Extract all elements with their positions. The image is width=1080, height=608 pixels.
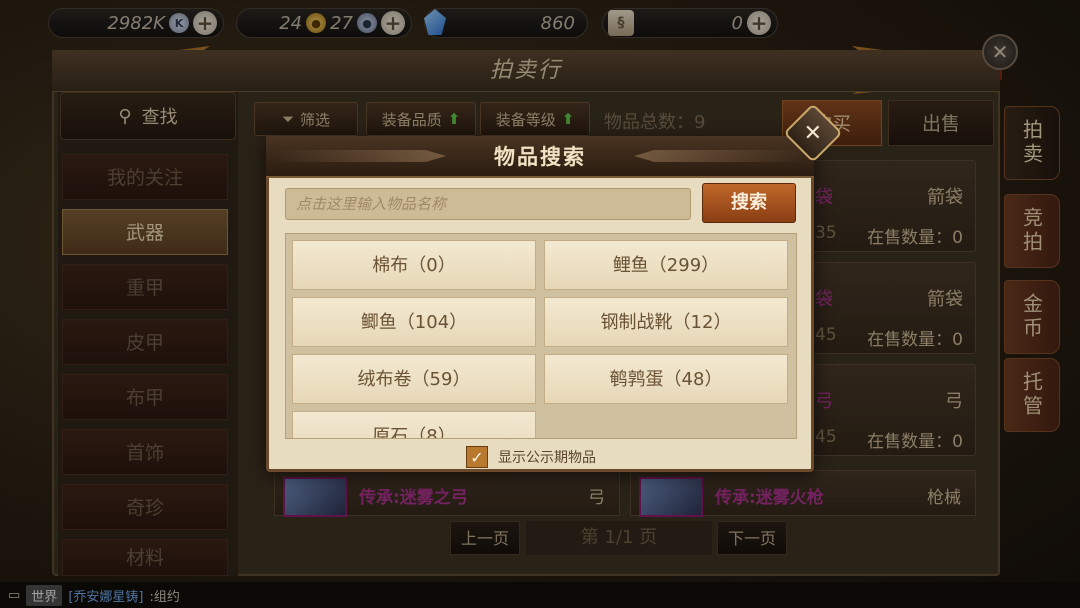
result-item[interactable]: 钢制战靴（12） — [544, 297, 788, 347]
show-public-label: 显示公示期物品 — [498, 450, 596, 466]
result-item[interactable]: 鲫鱼（104） — [292, 297, 536, 347]
result-item[interactable]: 棉布（0） — [292, 240, 536, 290]
result-item[interactable]: 绒布卷（59） — [292, 354, 536, 404]
close-icon: ✕ — [803, 120, 823, 146]
checkbox[interactable]: ✓ — [466, 446, 488, 468]
result-item[interactable]: 原石（8） — [292, 411, 536, 438]
item-name-input[interactable] — [285, 188, 691, 220]
result-item[interactable]: 鹌鹑蛋（48） — [544, 354, 788, 404]
search-results: 棉布（0） 鲤鱼（299） 鲫鱼（104） 钢制战靴（12） 绒布卷（59） 鹌… — [285, 233, 797, 439]
search-button[interactable]: 搜索 — [702, 183, 796, 223]
show-public-toggle[interactable]: ✓ 显示公示期物品 — [466, 446, 596, 468]
result-item[interactable]: 鲤鱼（299） — [544, 240, 788, 290]
